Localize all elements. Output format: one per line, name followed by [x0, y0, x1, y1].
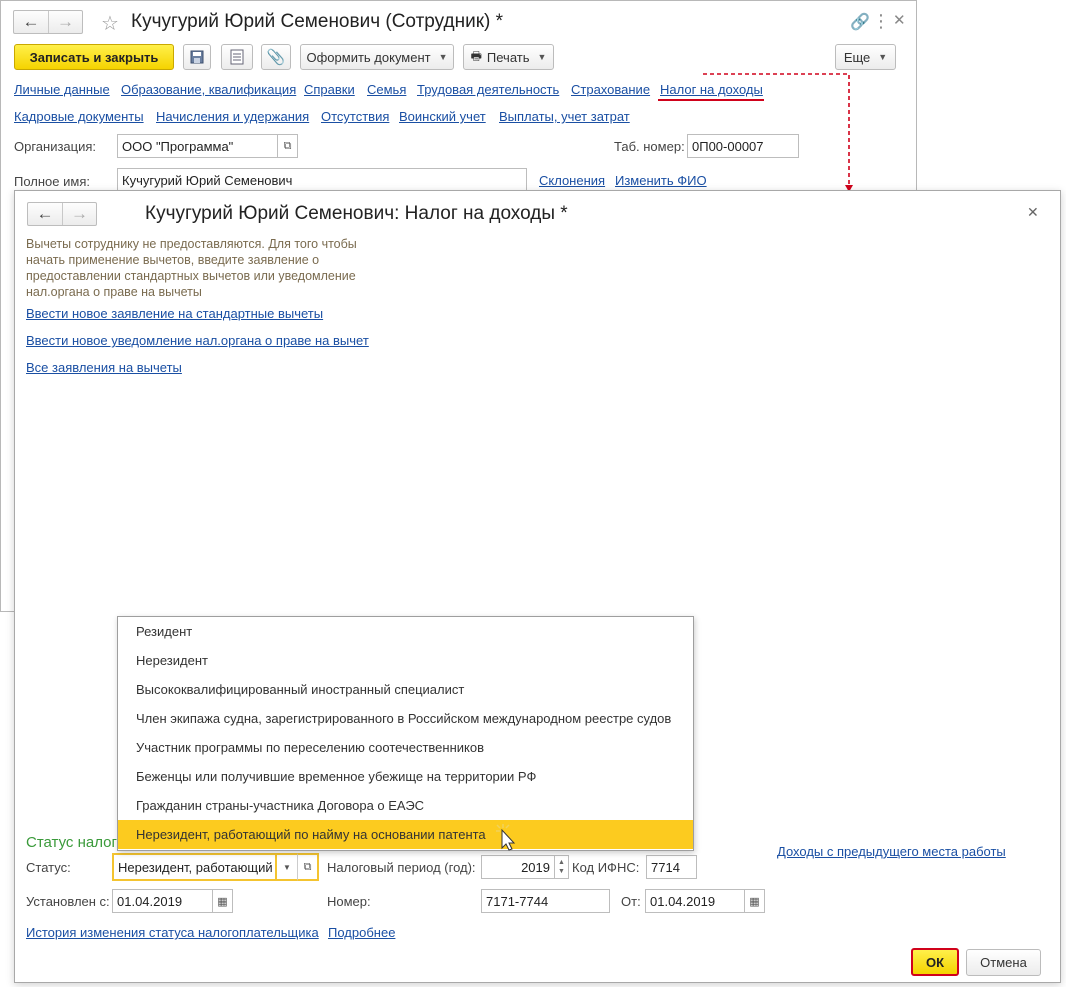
link-status-history[interactable]: История изменения статуса налогоплательщ…: [26, 925, 319, 940]
spinner-icon[interactable]: ▲ ▼: [555, 855, 569, 879]
status-option[interactable]: Гражданин страны-участника Договора о ЕА…: [118, 791, 693, 820]
link-previous-income[interactable]: Доходы с предыдущего места работы: [777, 844, 1006, 859]
status-option[interactable]: Беженцы или получившие временное убежище…: [118, 762, 693, 791]
status-option-selected[interactable]: Нерезидент, работающий по найму на основ…: [118, 820, 693, 849]
number-field[interactable]: 7171-7744: [481, 889, 610, 913]
status-option[interactable]: Нерезидент: [118, 646, 693, 675]
status-option[interactable]: Участник программы по переселению соотеч…: [118, 733, 693, 762]
tax-window-title: Кучугурий Юрий Семенович: Налог на доход…: [145, 203, 568, 224]
installed-from-field[interactable]: 01.04.2019: [112, 889, 213, 913]
status-label: Статус:: [26, 860, 71, 875]
back-arrow-icon[interactable]: ←: [28, 203, 62, 225]
income-tax-window: ← → Кучугурий Юрий Семенович: Налог на д…: [14, 190, 1061, 983]
status-dropdown-caret-icon[interactable]: ▼: [277, 853, 297, 881]
from-label: От:: [621, 894, 641, 909]
ok-button[interactable]: ОК: [911, 948, 959, 976]
status-option[interactable]: Высококвалифицированный иностранный спец…: [118, 675, 693, 704]
nav-buttons: ← →: [27, 202, 97, 226]
forward-arrow-icon[interactable]: →: [62, 203, 96, 225]
installed-from-label: Установлен с:: [26, 894, 110, 909]
open-icon[interactable]: ⧉: [297, 853, 319, 881]
tax-period-field[interactable]: 2019: [481, 855, 555, 879]
status-select[interactable]: Нерезидент, работающий: [112, 853, 277, 881]
calendar-icon[interactable]: ▦: [745, 889, 765, 913]
number-label: Номер:: [327, 894, 371, 909]
link-all-applications[interactable]: Все заявления на вычеты: [26, 360, 182, 375]
tax-period-label: Налоговый период (год):: [327, 860, 476, 875]
status-option[interactable]: Член экипажа судна, зарегистрированного …: [118, 704, 693, 733]
status-option[interactable]: Резидент: [118, 617, 693, 646]
cancel-button[interactable]: Отмена: [966, 949, 1041, 976]
status-dropdown-list: Резидент Нерезидент Высококвалифицирован…: [117, 616, 694, 851]
taxpayer-status-title: Статус налог: [26, 834, 117, 851]
ifns-field[interactable]: 7714: [646, 855, 697, 879]
link-new-tax-notice[interactable]: Ввести новое уведомление нал.органа о пр…: [26, 333, 369, 348]
close-icon[interactable]: ✕: [1027, 204, 1039, 221]
deductions-hint: Вычеты сотруднику не предоставляются. Дл…: [26, 237, 357, 299]
calendar-icon[interactable]: ▦: [213, 889, 233, 913]
ifns-label: Код ИФНС:: [572, 860, 640, 875]
link-more-details[interactable]: Подробнее: [328, 925, 395, 940]
annotation-arrow: [703, 73, 853, 192]
mouse-cursor-icon: [496, 824, 516, 851]
link-new-deduction-application[interactable]: Ввести новое заявление на стандартные вы…: [26, 306, 323, 321]
from-date-field[interactable]: 01.04.2019: [645, 889, 745, 913]
